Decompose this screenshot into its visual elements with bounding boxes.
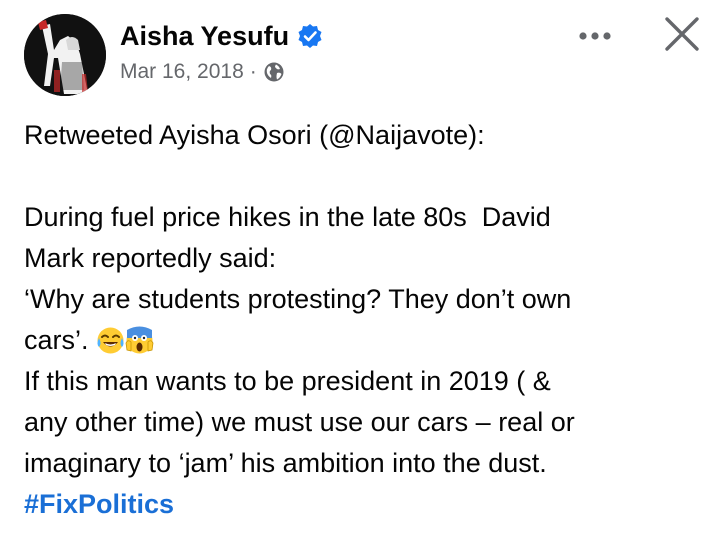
hashtag-line: #FixPolitics <box>24 484 704 525</box>
post-text-line: If this man wants to be president in 201… <box>24 366 551 396</box>
meta-separator: · <box>249 60 257 83</box>
post-text-line: During fuel price hikes in the late 80s … <box>24 202 551 232</box>
close-button[interactable] <box>662 14 702 54</box>
post-header: Aisha Yesufu Mar 16, 2018 · <box>24 14 704 104</box>
author-name[interactable]: Aisha Yesufu <box>120 21 289 52</box>
post-text-line: any other time) we must use our cars – r… <box>24 407 575 437</box>
post-date[interactable]: Mar 16, 2018 <box>120 60 244 84</box>
author-name-row: Aisha Yesufu <box>120 18 323 54</box>
post-text-line-with-emoji: cars’. <box>24 320 704 361</box>
post-text-line: ‘Why are students protesting? They don’t… <box>24 284 572 314</box>
post-text-line: Mark reportedly said: <box>24 243 277 273</box>
post-text-line: imaginary to ‘jam’ his ambition into the… <box>24 448 547 478</box>
author-block: Aisha Yesufu Mar 16, 2018 · <box>120 18 323 84</box>
globe-icon[interactable] <box>263 61 285 83</box>
close-icon <box>665 17 699 51</box>
retweet-line: Retweeted Ayisha Osori (@Naijavote): <box>24 120 485 150</box>
screaming-face-emoji-icon <box>125 326 154 355</box>
avatar-statue-icon <box>24 14 106 96</box>
more-options-button[interactable] <box>572 20 622 50</box>
laughing-tears-emoji-icon <box>96 326 125 355</box>
more-options-icon <box>579 32 611 40</box>
post-text: Retweeted Ayisha Osori (@Naijavote): Dur… <box>24 115 704 525</box>
post-meta: Mar 16, 2018 · <box>120 60 323 84</box>
avatar[interactable] <box>24 14 106 96</box>
verified-badge-icon <box>297 23 323 49</box>
post-text-fragment: cars’. <box>24 325 89 355</box>
hashtag-link[interactable]: #FixPolitics <box>24 489 174 519</box>
